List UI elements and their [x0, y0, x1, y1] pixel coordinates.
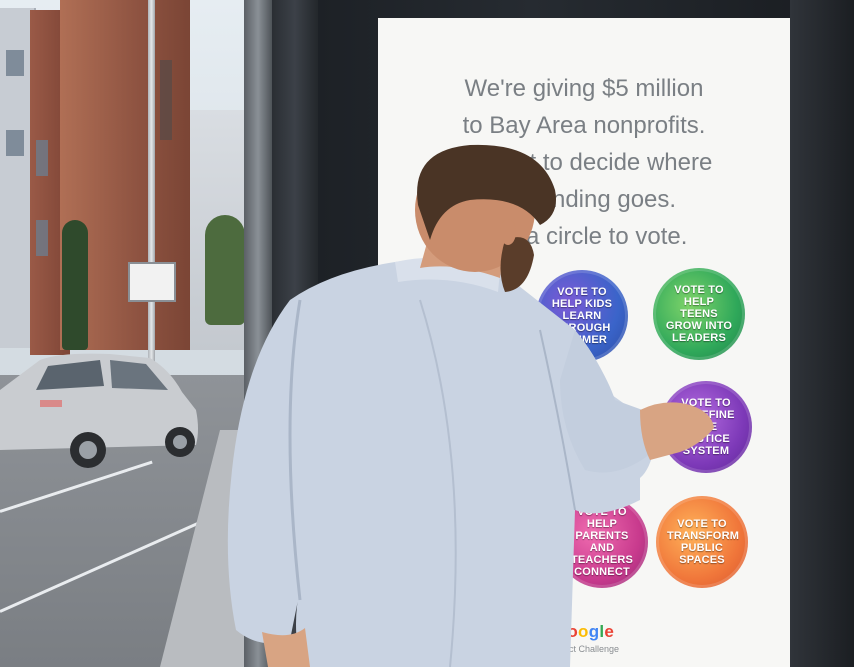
hand [640, 402, 714, 460]
beard [500, 237, 534, 292]
man-touching-poster [227, 144, 714, 667]
photo-scene: We're giving $5 million to Bay Area nonp… [0, 0, 854, 667]
ear [500, 219, 516, 245]
